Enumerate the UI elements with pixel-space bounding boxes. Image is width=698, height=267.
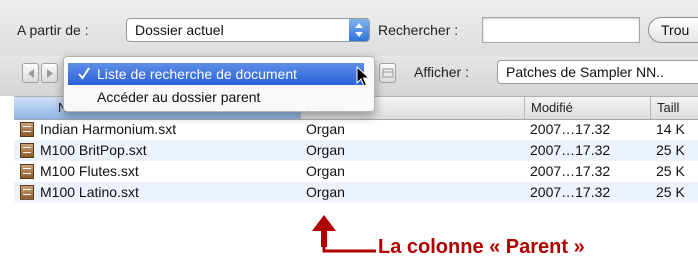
back-button[interactable] <box>22 63 39 83</box>
file-icon <box>20 122 34 137</box>
forward-button[interactable] <box>41 63 58 83</box>
find-button[interactable]: Trou <box>648 17 698 43</box>
search-input[interactable] <box>482 17 640 43</box>
row-size: 25 K <box>656 142 685 158</box>
show-filter-value: Patches de Sampler NN.. <box>506 64 664 80</box>
from-location-popup[interactable]: Dossier actuel <box>126 18 370 42</box>
menu-item-label: Accéder au dossier parent <box>97 89 261 105</box>
row-modified: 2007…17.32 <box>530 163 611 179</box>
checkmark-icon <box>78 66 90 83</box>
table-row[interactable]: Indian Harmonium.sxt Organ 2007…17.32 14… <box>14 119 698 140</box>
row-name: M100 Flutes.sxt <box>40 163 139 179</box>
path-dropdown-menu: Liste de recherche de document Accéder a… <box>63 56 375 112</box>
row-parent: Organ <box>306 121 345 137</box>
row-modified: 2007…17.32 <box>530 121 611 137</box>
popup-stepper-icon <box>349 19 369 41</box>
row-name: Indian Harmonium.sxt <box>40 121 177 137</box>
show-filter-popup[interactable]: Patches de Sampler NN.. <box>497 60 698 84</box>
table-row[interactable]: M100 Flutes.sxt Organ 2007…17.32 25 K <box>14 161 698 182</box>
from-label: A partir de : <box>17 22 89 38</box>
show-label: Afficher : <box>414 64 469 80</box>
view-icon <box>382 68 394 78</box>
folder-view-button[interactable] <box>379 63 396 83</box>
menu-item-parent-folder[interactable]: Accéder au dossier parent <box>68 86 364 108</box>
mouse-pointer-icon <box>356 66 370 87</box>
list-fade-edge <box>14 198 698 208</box>
back-arrow-icon <box>28 69 34 78</box>
row-size: 14 K <box>656 121 685 137</box>
row-modified: 2007…17.32 <box>530 142 611 158</box>
forward-arrow-icon <box>47 69 53 78</box>
column-header-modified[interactable]: Modifié <box>524 97 650 119</box>
table-row[interactable]: M100 BritPop.sxt Organ 2007…17.32 25 K <box>14 140 698 161</box>
parent-column-callout: La colonne « Parent » <box>378 236 585 258</box>
from-location-value: Dossier actuel <box>135 22 224 38</box>
row-parent: Organ <box>306 142 345 158</box>
column-header-size[interactable]: Taill <box>650 97 698 119</box>
search-toolbar: A partir de : Dossier actuel Rechercher … <box>0 0 698 56</box>
search-label: Rechercher : <box>378 22 459 38</box>
row-name: M100 BritPop.sxt <box>40 142 147 158</box>
menu-item-search-list[interactable]: Liste de recherche de document <box>68 63 364 85</box>
callout-arrow-icon <box>312 215 376 253</box>
menu-item-label: Liste de recherche de document <box>97 66 298 82</box>
row-parent: Organ <box>306 163 345 179</box>
file-icon <box>20 164 34 179</box>
row-size: 25 K <box>656 163 685 179</box>
file-icon <box>20 143 34 158</box>
